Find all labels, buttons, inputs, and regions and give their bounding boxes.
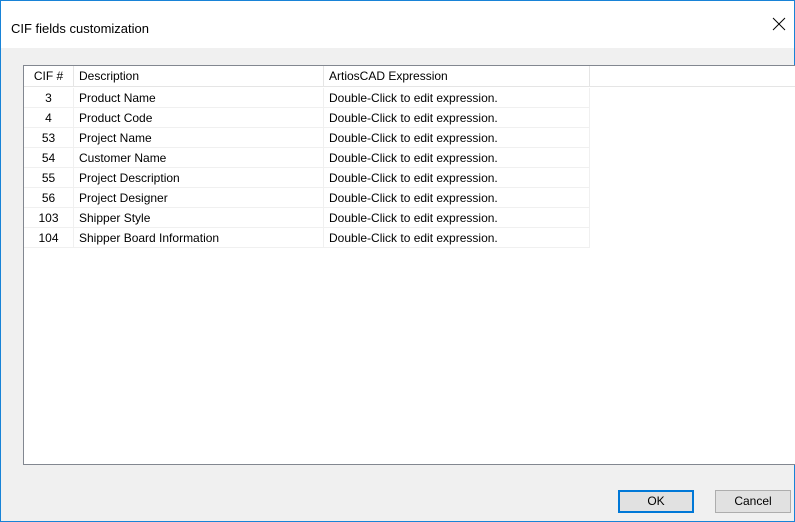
cell-expression: Double-Click to edit expression. bbox=[324, 88, 590, 108]
cell-filler bbox=[590, 188, 795, 208]
column-header-filler bbox=[590, 66, 795, 87]
list-rows: 3 Product Name Double-Click to edit expres… bbox=[24, 88, 795, 248]
cell-expression: Double-Click to edit expression. bbox=[324, 208, 590, 228]
cell-filler bbox=[590, 168, 795, 188]
title-bar: CIF fields customization bbox=[1, 1, 794, 48]
cell-expression: Double-Click to edit expression. bbox=[324, 148, 590, 168]
cell-expression: Double-Click to edit expression. bbox=[324, 128, 590, 148]
list-header: CIF # Description ArtiosCAD Expression bbox=[24, 66, 795, 87]
close-button[interactable] bbox=[764, 9, 794, 39]
cell-filler bbox=[590, 228, 795, 248]
close-icon bbox=[772, 17, 786, 31]
cell-description: Customer Name bbox=[74, 148, 324, 168]
cell-cif: 104 bbox=[24, 228, 74, 248]
cell-filler bbox=[590, 88, 795, 108]
cell-filler bbox=[590, 128, 795, 148]
cell-description: Shipper Board Information bbox=[74, 228, 324, 248]
ok-button[interactable]: OK bbox=[618, 490, 694, 513]
cell-filler bbox=[590, 208, 795, 228]
table-row[interactable]: 54 Customer Name Double-Click to edit expr… bbox=[24, 148, 795, 168]
cell-cif: 56 bbox=[24, 188, 74, 208]
cell-description: Project Name bbox=[74, 128, 324, 148]
cell-cif: 4 bbox=[24, 108, 74, 128]
column-header-expression[interactable]: ArtiosCAD Expression bbox=[324, 66, 590, 87]
cell-description: Shipper Style bbox=[74, 208, 324, 228]
table-row[interactable]: 103 Shipper Style Double-Click to edit exp… bbox=[24, 208, 795, 228]
cif-fields-dialog: CIF fields customization CIF # Descripti… bbox=[0, 0, 795, 522]
cell-expression: Double-Click to edit expression. bbox=[324, 108, 590, 128]
cell-description: Product Code bbox=[74, 108, 324, 128]
cell-cif: 103 bbox=[24, 208, 74, 228]
cell-filler bbox=[590, 108, 795, 128]
table-row[interactable]: 53 Project Name Double-Click to edit expre… bbox=[24, 128, 795, 148]
cell-cif: 55 bbox=[24, 168, 74, 188]
cell-expression: Double-Click to edit expression. bbox=[324, 188, 590, 208]
cell-description: Project Description bbox=[74, 168, 324, 188]
column-header-cif[interactable]: CIF # bbox=[24, 66, 74, 87]
cif-fields-list[interactable]: CIF # Description ArtiosCAD Expression 3… bbox=[23, 65, 795, 465]
cell-description: Project Designer bbox=[74, 188, 324, 208]
cell-description: Product Name bbox=[74, 88, 324, 108]
table-row[interactable]: 4 Product Code Double-Click to edit expres… bbox=[24, 108, 795, 128]
cell-cif: 54 bbox=[24, 148, 74, 168]
dialog-title: CIF fields customization bbox=[11, 21, 149, 36]
cell-expression: Double-Click to edit expression. bbox=[324, 228, 590, 248]
cell-cif: 53 bbox=[24, 128, 74, 148]
table-row[interactable]: 56 Project Designer Double-Click to edit e… bbox=[24, 188, 795, 208]
column-header-description[interactable]: Description bbox=[74, 66, 324, 87]
table-row[interactable]: 55 Project Description Double-Click to edi… bbox=[24, 168, 795, 188]
cell-expression: Double-Click to edit expression. bbox=[324, 168, 590, 188]
table-row[interactable]: 104 Shipper Board Information Double-Click… bbox=[24, 228, 795, 248]
cancel-button[interactable]: Cancel bbox=[715, 490, 791, 513]
table-row[interactable]: 3 Product Name Double-Click to edit expres… bbox=[24, 88, 795, 108]
cell-cif: 3 bbox=[24, 88, 74, 108]
cell-filler bbox=[590, 148, 795, 168]
